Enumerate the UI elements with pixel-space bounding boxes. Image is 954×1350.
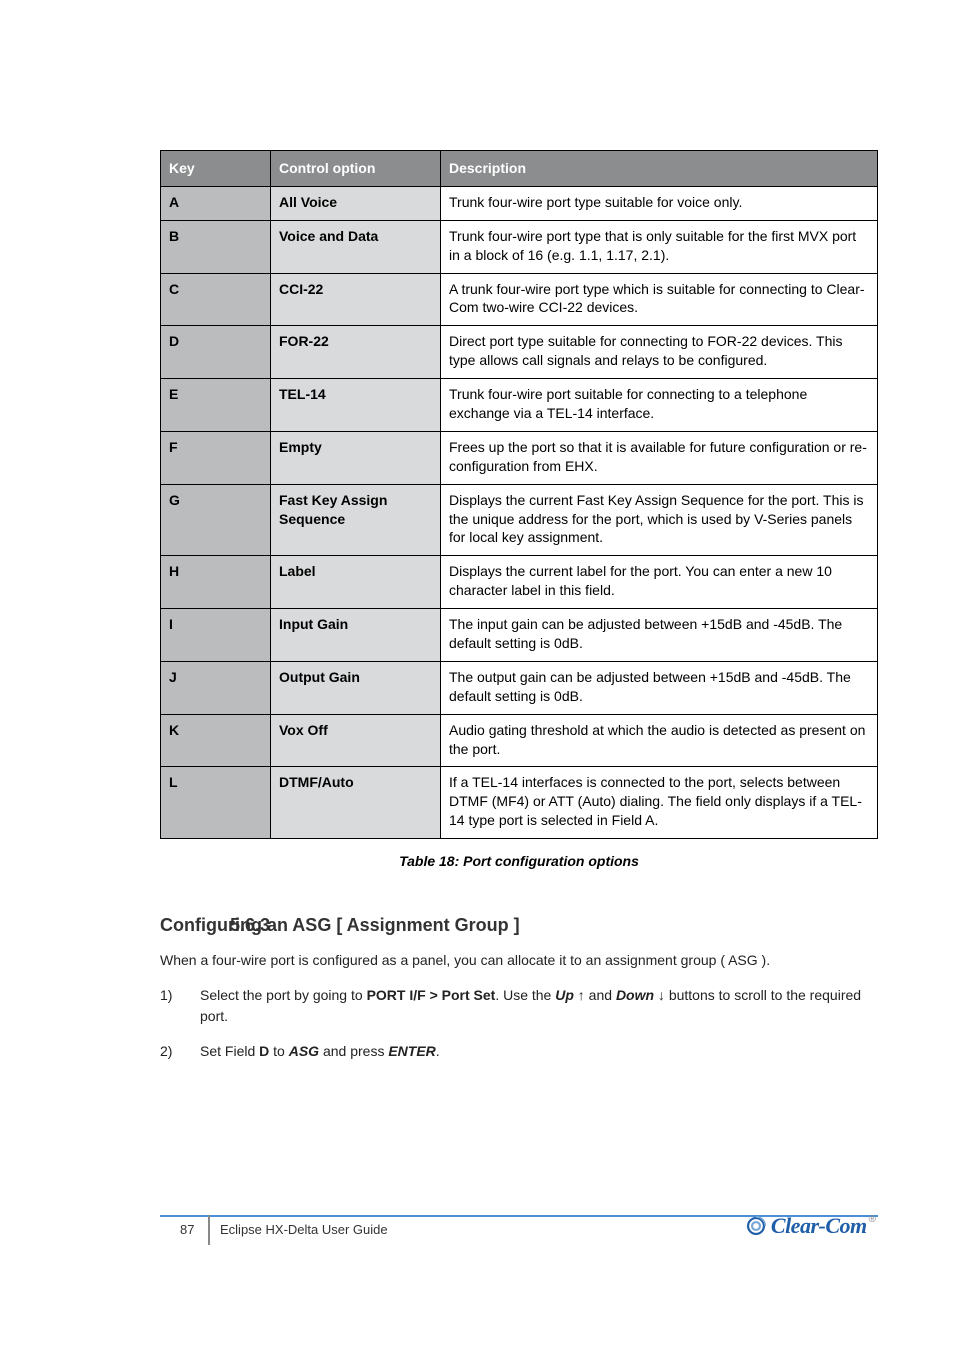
section-paragraph: When a four-wire port is configured as a… (160, 950, 878, 971)
cell-key: D (161, 326, 271, 379)
brand-logo: Clear-Com ® (745, 1210, 876, 1242)
cell-control: All Voice (271, 186, 441, 220)
page-number: 87 (180, 1222, 194, 1237)
table-row: KVox OffAudio gating threshold at which … (161, 714, 878, 767)
cell-key: H (161, 556, 271, 609)
cell-description: Displays the current label for the port.… (441, 556, 878, 609)
table-row: HLabelDisplays the current label for the… (161, 556, 878, 609)
cell-control: Vox Off (271, 714, 441, 767)
cell-description: Audio gating threshold at which the audi… (441, 714, 878, 767)
cell-description: Trunk four-wire port type suitable for v… (441, 186, 878, 220)
table-row: ETEL-14Trunk four-wire port suitable for… (161, 379, 878, 432)
cell-control: DTMF/Auto (271, 767, 441, 839)
cell-description: Frees up the port so that it is availabl… (441, 431, 878, 484)
table-row: LDTMF/AutoIf a TEL-14 interfaces is conn… (161, 767, 878, 839)
cell-description: The output gain can be adjusted between … (441, 661, 878, 714)
steps-list: 1 Select the port by going to PORT I/F >… (160, 985, 878, 1062)
table-row: CCCI-22A trunk four-wire port type which… (161, 273, 878, 326)
th-description: Description (441, 151, 878, 187)
cell-key: J (161, 661, 271, 714)
cell-description: The input gain can be adjusted between +… (441, 609, 878, 662)
step-text: Set Field D to ASG and press ENTER. (200, 1041, 878, 1062)
step-index: 2 (160, 1041, 200, 1062)
cell-key: G (161, 484, 271, 556)
cell-description: Trunk four-wire port suitable for connec… (441, 379, 878, 432)
cell-key: I (161, 609, 271, 662)
step-text: Select the port by going to PORT I/F > P… (200, 985, 878, 1027)
table-row: IInput GainThe input gain can be adjuste… (161, 609, 878, 662)
table-row: FEmptyFrees up the port so that it is av… (161, 431, 878, 484)
cell-control: FOR-22 (271, 326, 441, 379)
cell-key: F (161, 431, 271, 484)
table-header-row: Key Control option Description (161, 151, 878, 187)
table-row: BVoice and DataTrunk four-wire port type… (161, 220, 878, 273)
step-item: 1 Select the port by going to PORT I/F >… (160, 985, 878, 1027)
th-control: Control option (271, 151, 441, 187)
cell-key: A (161, 186, 271, 220)
cell-key: C (161, 273, 271, 326)
cell-description: Trunk four-wire port type that is only s… (441, 220, 878, 273)
step-index: 1 (160, 985, 200, 1027)
cell-control: Input Gain (271, 609, 441, 662)
cell-control: Empty (271, 431, 441, 484)
cell-key: L (161, 767, 271, 839)
registered-mark: ® (869, 1214, 876, 1225)
cell-description: Displays the current Fast Key Assign Seq… (441, 484, 878, 556)
cell-description: Direct port type suitable for connecting… (441, 326, 878, 379)
logo-icon (745, 1215, 767, 1237)
cell-control: Voice and Data (271, 220, 441, 273)
doc-title: Eclipse HX-Delta User Guide (220, 1222, 388, 1237)
section-number: 5.6.3 (230, 915, 270, 936)
cell-description: A trunk four-wire port type which is sui… (441, 273, 878, 326)
port-config-table: Key Control option Description AAll Voic… (160, 150, 878, 839)
section-title: Configuring an ASG [ Assignment Group ] (160, 915, 520, 935)
table-row: JOutput GainThe output gain can be adjus… (161, 661, 878, 714)
cell-description: If a TEL-14 interfaces is connected to t… (441, 767, 878, 839)
th-key: Key (161, 151, 271, 187)
cell-key: B (161, 220, 271, 273)
cell-control: Fast Key Assign Sequence (271, 484, 441, 556)
table-caption: Table 18: Port configuration options (160, 853, 878, 869)
cell-control: Output Gain (271, 661, 441, 714)
cell-control: TEL-14 (271, 379, 441, 432)
footer-separator (208, 1215, 210, 1245)
cell-key: E (161, 379, 271, 432)
cell-control: CCI-22 (271, 273, 441, 326)
logo-text: Clear-Com (771, 1213, 867, 1239)
cell-control: Label (271, 556, 441, 609)
table-row: GFast Key Assign SequenceDisplays the cu… (161, 484, 878, 556)
cell-key: K (161, 714, 271, 767)
step-item: 2 Set Field D to ASG and press ENTER. (160, 1041, 878, 1062)
table-row: AAll VoiceTrunk four-wire port type suit… (161, 186, 878, 220)
table-row: DFOR-22Direct port type suitable for con… (161, 326, 878, 379)
